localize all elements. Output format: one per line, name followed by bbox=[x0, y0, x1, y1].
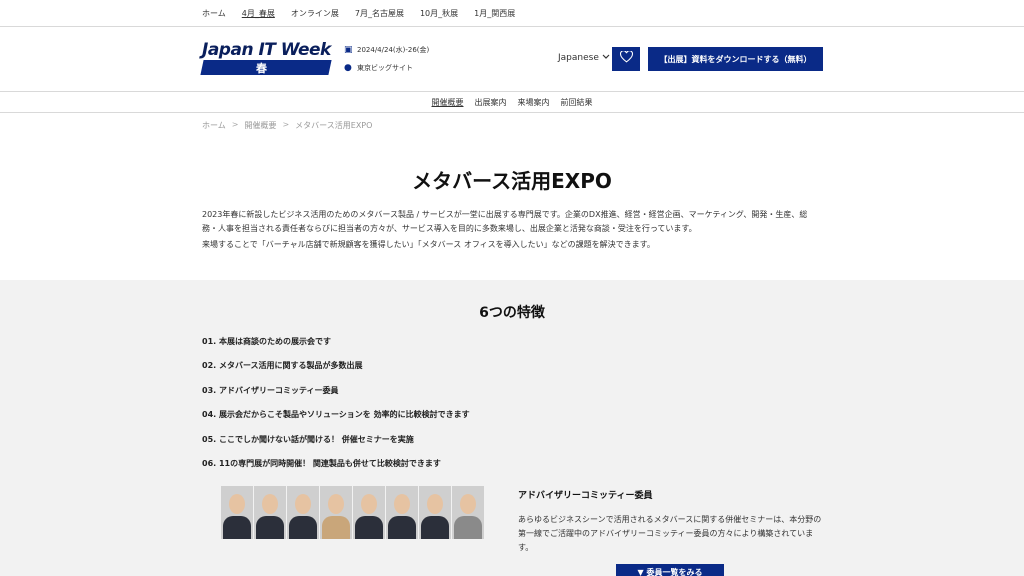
committee-text: あらゆるビジネスシーンで活用されるメタバースに関する併催セミナーは、本分野の第一… bbox=[518, 515, 822, 552]
breadcrumb-current: メタバース活用EXPO bbox=[295, 121, 373, 130]
event-venue-row: ● 東京ビッグサイト bbox=[344, 63, 429, 73]
sub-nav-list: 開催概要 出展案内 来場案内 前回結果 bbox=[0, 97, 1024, 108]
features-section bbox=[0, 280, 1024, 576]
intro-paragraph-2: 来場することで「バーチャル店舗で新規顧客を獲得したい」「メタバース オフィスを導… bbox=[202, 240, 655, 249]
favorite-button[interactable] bbox=[612, 47, 640, 71]
chevron-down-icon bbox=[602, 53, 610, 63]
heart-icon bbox=[619, 50, 633, 67]
feature-item: 06. 11の専門展が同時開催！ 関連製品も併せて比較検討できます bbox=[202, 458, 441, 468]
top-nav-list: ホーム 4月_春展 オンライン展 7月_名古屋展 10月_秋展 1月_関西展 bbox=[202, 8, 531, 19]
committee-member-photo bbox=[221, 486, 253, 539]
feature-item: 05. ここでしか聞けない話が聞ける！ 併催セミナーを実施 bbox=[202, 434, 414, 444]
top-nav-autumn[interactable]: 10月_秋展 bbox=[420, 8, 458, 19]
committee-info: アドバイザリーコミッティー委員 あらゆるビジネスシーンで活用されるメタバースに関… bbox=[518, 488, 822, 555]
language-selector[interactable]: Japanese bbox=[558, 53, 610, 63]
calendar-icon: ▣ bbox=[344, 45, 353, 55]
event-info: ▣ 2024/4/24(水)-26(金) ● 東京ビッグサイト bbox=[344, 45, 429, 81]
logo-season: 春 bbox=[256, 62, 267, 75]
top-nav: ホーム 4月_春展 オンライン展 7月_名古屋展 10月_秋展 1月_関西展 bbox=[0, 0, 1024, 27]
committee-member-photo bbox=[353, 486, 385, 539]
event-venue: 東京ビッグサイト bbox=[357, 64, 413, 72]
language-label: Japanese bbox=[558, 53, 599, 63]
breadcrumb: ホーム > 開催概要 > メタバース活用EXPO bbox=[202, 120, 372, 131]
breadcrumb-separator: > bbox=[231, 120, 239, 129]
event-date-row: ▣ 2024/4/24(水)-26(金) bbox=[344, 45, 429, 55]
features-list: 01. 本展は商談のための展示会です 02. メタバース活用に関する製品が多数出… bbox=[202, 336, 470, 482]
logo-text: Japan IT Week bbox=[202, 40, 331, 60]
top-nav-spring[interactable]: 4月_春展 bbox=[242, 8, 275, 19]
japan-it-week-logo[interactable]: Japan IT Week 春 bbox=[200, 40, 332, 76]
sub-nav: 開催概要 出展案内 来場案内 前回結果 bbox=[0, 91, 1024, 113]
committee-member-photo bbox=[419, 486, 451, 539]
features-title: 6つの特徴 bbox=[479, 305, 545, 321]
committee-member-photo bbox=[287, 486, 319, 539]
top-nav-online[interactable]: オンライン展 bbox=[291, 8, 339, 19]
sub-nav-exhibit[interactable]: 出展案内 bbox=[475, 97, 507, 108]
committee-photos bbox=[221, 486, 484, 539]
breadcrumb-section[interactable]: 開催概要 bbox=[244, 120, 276, 131]
committee-member-photo bbox=[254, 486, 286, 539]
download-materials-button[interactable]: 【出展】資料をダウンロードする（無料） bbox=[648, 47, 823, 71]
top-nav-nagoya[interactable]: 7月_名古屋展 bbox=[355, 8, 404, 19]
top-nav-kansai[interactable]: 1月_関西展 bbox=[474, 8, 515, 19]
committee-member-photo bbox=[386, 486, 418, 539]
feature-item: 01. 本展は商談のための展示会です bbox=[202, 337, 331, 346]
location-pin-icon: ● bbox=[344, 63, 352, 73]
breadcrumb-separator: > bbox=[282, 120, 290, 129]
feature-item: 02. メタバース活用に関する製品が多数出展 bbox=[202, 361, 363, 371]
intro-paragraph-1: 2023年春に新設したビジネス活用のためのメタバース製品 / サービスが一堂に出… bbox=[202, 210, 808, 233]
breadcrumb-home[interactable]: ホーム bbox=[202, 120, 226, 131]
page-title: メタバース活用EXPO bbox=[412, 169, 612, 193]
committee-member-photo bbox=[320, 486, 352, 539]
top-nav-home[interactable]: ホーム bbox=[202, 8, 226, 19]
committee-member-photo bbox=[452, 486, 484, 539]
site-header: Japan IT Week 春 ▣ 2024/4/24(水)-26(金) ● 東… bbox=[0, 27, 1024, 91]
event-date: 2024/4/24(水)-26(金) bbox=[357, 46, 430, 54]
intro-text: 2023年春に新設したビジネス活用のためのメタバース製品 / サービスが一堂に出… bbox=[202, 208, 822, 254]
feature-item: 04. 展示会だからこそ製品やソリューションを 効率的に比較検討できます bbox=[202, 410, 470, 420]
view-committee-button[interactable]: ▼ 委員一覧をみる bbox=[616, 564, 724, 576]
sub-nav-results[interactable]: 前回結果 bbox=[561, 97, 593, 108]
committee-title: アドバイザリーコミッティー委員 bbox=[518, 491, 653, 501]
sub-nav-overview[interactable]: 開催概要 bbox=[432, 97, 464, 108]
sub-nav-visit[interactable]: 来場案内 bbox=[518, 97, 550, 108]
feature-item: 03. アドバイザリーコミッティー委員 bbox=[202, 385, 339, 395]
